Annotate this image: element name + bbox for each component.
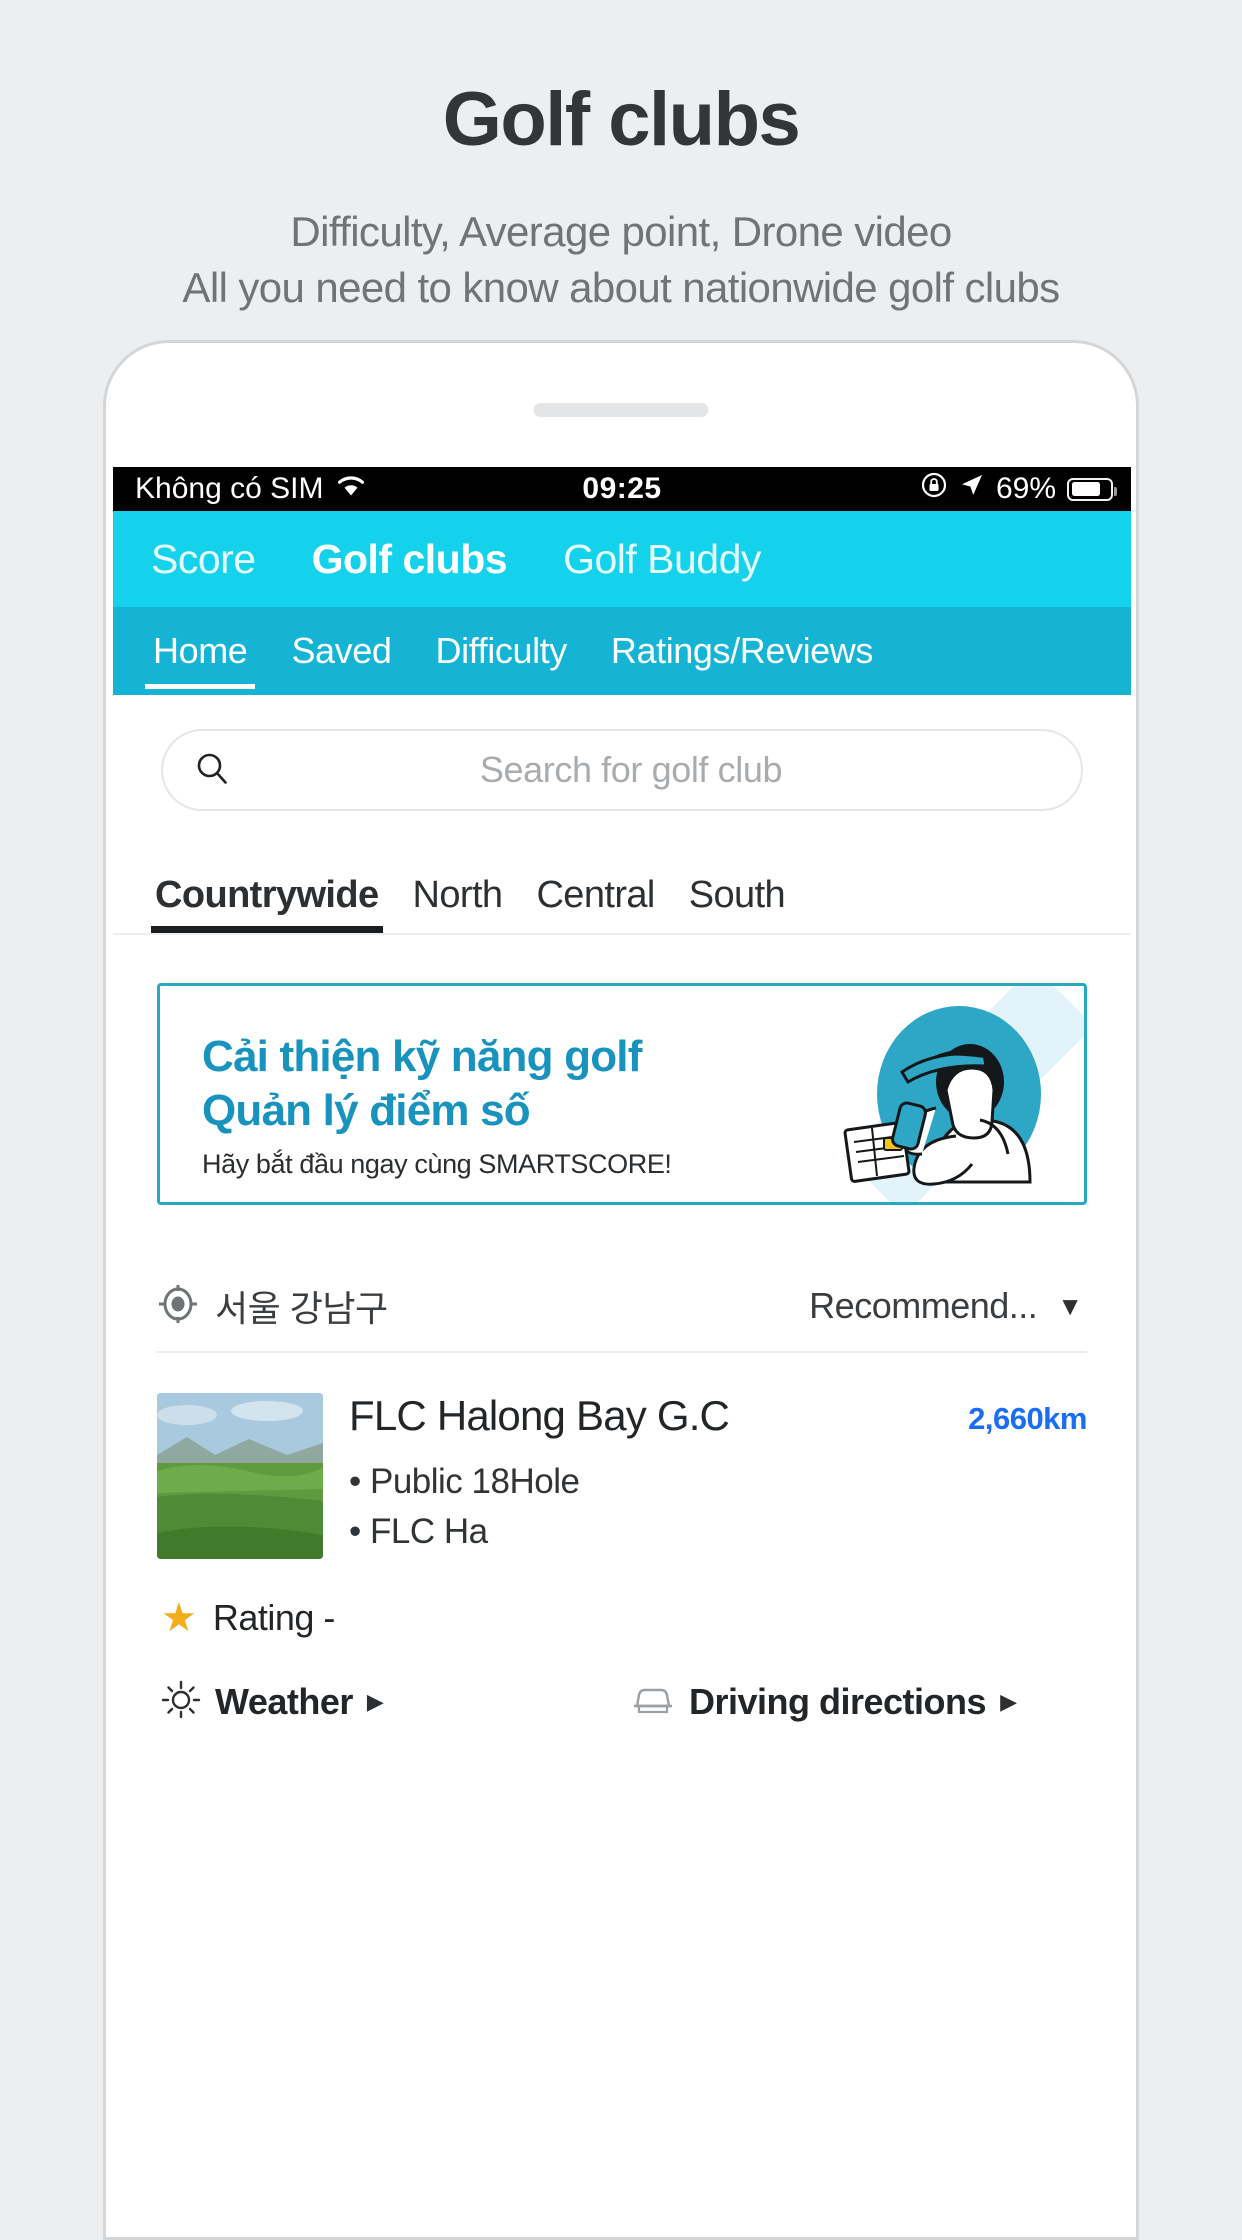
nav-item-golf-buddy[interactable]: Golf Buddy	[563, 536, 761, 583]
promo-subtitle-line-2: All you need to know about nationwide go…	[182, 263, 1060, 311]
phone-speaker	[533, 403, 709, 417]
primary-nav: Score Golf clubs Golf Buddy	[113, 511, 1131, 607]
sort-label: Recommend...	[809, 1285, 1038, 1326]
orientation-lock-icon	[920, 471, 948, 507]
club-meta: • Public 18Hole • FLC Ha	[349, 1457, 1087, 1556]
search-input[interactable]: Search for golf club	[161, 729, 1083, 811]
club-meta-line-2: • FLC Ha	[349, 1511, 488, 1551]
directions-arrow-icon: ▶	[1000, 1688, 1017, 1714]
golf-course-photo	[157, 1393, 323, 1559]
carrier-label: Không có SIM	[135, 472, 324, 505]
club-action-row: Weather ▶ Driving directions ▶	[157, 1679, 1087, 1724]
promo-banner-text: Cải thiện kỹ năng golf Quản lý điểm số H…	[202, 1030, 672, 1180]
tab-saved[interactable]: Saved	[283, 607, 399, 695]
page-title: Golf clubs	[442, 77, 801, 162]
promo-banner[interactable]: Cải thiện kỹ năng golf Quản lý điểm số H…	[157, 983, 1087, 1205]
tab-home[interactable]: Home	[145, 607, 256, 695]
region-tab-central[interactable]: Central	[536, 874, 655, 933]
region-tab-countrywide[interactable]: Countrywide	[151, 874, 383, 933]
search-section: Search for golf club	[113, 695, 1131, 811]
club-info: FLC Halong Bay G.C 2,660km • Public 18Ho…	[349, 1392, 1087, 1559]
nav-item-score[interactable]: Score	[151, 536, 256, 583]
club-name: FLC Halong Bay G.C	[349, 1392, 730, 1439]
location-label: 서울 강남구	[215, 1288, 388, 1329]
promo-banner-section: Cải thiện kỹ năng golf Quản lý điểm số H…	[113, 935, 1131, 1205]
promo-subtitle-line-1: Difficulty, Average point, Drone video	[290, 208, 952, 255]
status-bar-clock: 09:25	[582, 472, 662, 505]
club-header: FLC Halong Bay G.C 2,660km	[349, 1392, 1087, 1439]
club-distance: 2,660km	[968, 1401, 1087, 1436]
promo-subtitle: Difficulty, Average point, Drone video A…	[0, 204, 1242, 316]
star-icon: ★	[161, 1596, 197, 1640]
weather-arrow-icon: ▶	[366, 1688, 384, 1714]
battery-icon	[1067, 477, 1117, 501]
wifi-icon	[335, 472, 367, 506]
weather-action[interactable]: Weather ▶	[161, 1679, 631, 1724]
tab-ratings-reviews[interactable]: Ratings/Reviews	[603, 607, 881, 695]
club-row: FLC Halong Bay G.C 2,660km • Public 18Ho…	[157, 1392, 1087, 1559]
club-meta-line-1: • Public 18Hole	[349, 1462, 580, 1502]
banner-headline-line-1: Cải thiện kỹ năng golf	[202, 1032, 642, 1081]
secondary-tab-bar: Home Saved Difficulty Ratings/Reviews	[113, 607, 1131, 695]
directions-action[interactable]: Driving directions ▶	[631, 1679, 1017, 1724]
tab-difficulty[interactable]: Difficulty	[428, 607, 575, 695]
status-bar-left: Không có SIM	[135, 472, 367, 506]
location-selector[interactable]: 서울 강남구	[157, 1280, 388, 1332]
club-list-item[interactable]: FLC Halong Bay G.C 2,660km • Public 18Ho…	[113, 1353, 1131, 1724]
sort-dropdown[interactable]: Recommend... ▼	[809, 1285, 1087, 1327]
location-target-icon	[157, 1283, 199, 1330]
search-placeholder: Search for golf club	[479, 749, 783, 790]
banner-headline-line-2: Quản lý điểm số	[202, 1085, 531, 1135]
golfer-scoring-illustration	[784, 986, 1084, 1202]
region-filter-tabs: Countrywide North Central South	[113, 811, 1131, 935]
car-icon	[631, 1682, 675, 1721]
phone-screen: Không có SIM 09:25 69% Score Golf clubs …	[113, 467, 1131, 2237]
location-arrow-icon	[959, 472, 985, 506]
directions-label: Driving directions	[689, 1680, 987, 1722]
region-tab-north[interactable]: North	[413, 874, 504, 933]
region-tab-south[interactable]: South	[689, 874, 786, 933]
battery-percent-label: 69%	[995, 472, 1056, 505]
phone-mockup: Không có SIM 09:25 69% Score Golf clubs …	[103, 340, 1139, 2240]
nav-item-golf-clubs[interactable]: Golf clubs	[312, 536, 508, 583]
status-bar-right: 69%	[920, 471, 1117, 507]
rating-label: Rating -	[212, 1597, 336, 1638]
banner-subline: Hãy bắt đầu ngay cùng SMARTSCORE!	[202, 1149, 672, 1180]
club-rating-row: ★ Rating -	[157, 1597, 1087, 1639]
promo-header: Golf clubs Difficulty, Average point, Dr…	[0, 0, 1242, 316]
sun-weather-icon	[161, 1679, 201, 1724]
chevron-down-icon: ▼	[1057, 1290, 1083, 1321]
location-sort-row: 서울 강남구 Recommend... ▼	[157, 1261, 1087, 1353]
status-bar: Không có SIM 09:25 69%	[113, 467, 1131, 511]
weather-label: Weather	[215, 1680, 353, 1722]
